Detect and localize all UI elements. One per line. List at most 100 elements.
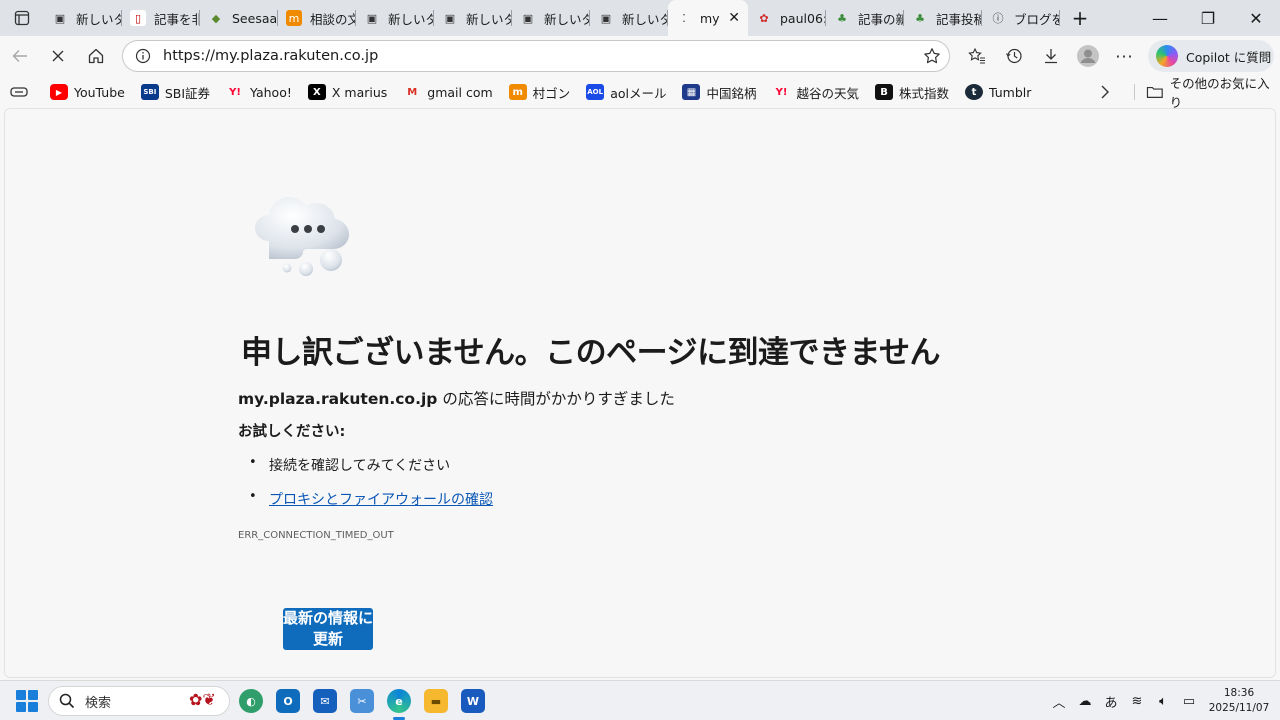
taskbar-app-snipping[interactable]: ✂ xyxy=(350,689,374,713)
tab[interactable]: m 相談の文 xyxy=(278,0,356,36)
bookmark-youtube[interactable]: ▶ YouTube xyxy=(50,84,125,100)
minimize-button[interactable]: — xyxy=(1136,0,1184,36)
try-label: お試しください: xyxy=(238,424,346,440)
url-text[interactable]: https://my.plaza.rakuten.co.jp xyxy=(163,48,378,64)
taskbar-app-widgets[interactable]: ◐ xyxy=(239,689,263,713)
suggestion-item: • プロキシとファイアウォールの確認 xyxy=(249,489,493,523)
more-dots-icon: ··· xyxy=(1115,46,1134,66)
navigation-bar: https://my.plaza.rakuten.co.jp ··· Copil… xyxy=(0,36,1280,76)
tab[interactable]: ◆ Seesaa xyxy=(200,0,278,36)
tab-title: Seesaa xyxy=(232,10,278,26)
collections-button[interactable] xyxy=(0,85,38,99)
wifi-button[interactable]: ≋ xyxy=(1124,694,1150,709)
tab-title: paul06: xyxy=(780,10,826,26)
seesaa-icon: ◆ xyxy=(211,11,221,25)
taskbar-app-word[interactable]: W xyxy=(461,689,485,713)
tab-actions-button[interactable] xyxy=(0,0,44,36)
restore-icon: ❐ xyxy=(1200,8,1216,28)
windows-logo-icon xyxy=(16,690,26,700)
ime-indicator[interactable]: あ xyxy=(1098,692,1124,711)
tab[interactable]: ▣ 新しいタ xyxy=(512,0,590,36)
onedrive-button[interactable]: ☁ xyxy=(1072,694,1098,709)
cloud-icon: ☁ xyxy=(1078,693,1092,709)
m-orange-icon: m xyxy=(286,10,302,26)
other-favorites-button[interactable]: その他のお気に入り xyxy=(1134,76,1280,110)
collections-icon xyxy=(10,87,28,97)
tab[interactable]: ✿ paul06: xyxy=(748,0,826,36)
bookmark-chart-site[interactable]: ▦ 中国銘柄 xyxy=(682,83,756,102)
bullet-icon: • xyxy=(249,489,257,504)
bookmark-sbi[interactable]: SBI SBI証券 xyxy=(140,83,210,102)
proxy-firewall-link[interactable]: プロキシとファイアウォールの確認 xyxy=(269,489,493,509)
speaker-icon: 🔈︎ xyxy=(1159,693,1167,709)
green-character-icon: ♣ xyxy=(915,11,925,25)
battery-icon: ▭ xyxy=(1182,693,1196,709)
bookmarks-overflow-button[interactable] xyxy=(1098,84,1112,103)
copilot-label: Copilot に質問 xyxy=(1186,49,1272,65)
downloads-button[interactable] xyxy=(1032,38,1069,74)
profile-button[interactable] xyxy=(1069,38,1106,74)
tab[interactable]: ▣ 新しいタ xyxy=(44,0,122,36)
tab[interactable]: ♣ 記事の新 xyxy=(826,0,904,36)
snipping-tool-icon: ✂ xyxy=(357,694,367,708)
m-orange-icon: m xyxy=(508,84,527,100)
copilot-button[interactable]: Copilot に質問 xyxy=(1148,40,1274,72)
tab[interactable]: ▣ 新しいタ xyxy=(434,0,512,36)
back-button[interactable] xyxy=(2,38,38,74)
new-tab-button[interactable]: + xyxy=(1060,0,1100,36)
tab-title: my xyxy=(700,10,720,26)
bookmark-tumblr[interactable]: t Tumblr xyxy=(965,84,1031,100)
bookmark-label: X marius xyxy=(331,84,388,100)
tab[interactable]: ▯ 記事を非 xyxy=(122,0,200,36)
taskbar-app-edge[interactable]: e xyxy=(387,689,411,720)
tab-page-icon: ▣ xyxy=(600,11,612,25)
favorite-star-button[interactable] xyxy=(923,47,941,69)
stop-loading-button[interactable] xyxy=(40,38,76,74)
bullet-icon: • xyxy=(249,455,257,470)
chevron-right-icon xyxy=(1101,85,1109,99)
taskbar-app-explorer[interactable]: ▬ xyxy=(424,689,448,713)
settings-more-button[interactable]: ··· xyxy=(1106,38,1143,74)
tab-title: 新しいタ xyxy=(76,11,122,27)
taskbar-search[interactable]: 検索 ✿❦ xyxy=(48,686,230,716)
home-button[interactable] xyxy=(78,38,114,74)
restore-button[interactable]: ❐ xyxy=(1184,0,1232,36)
sbi-icon: SBI xyxy=(140,84,159,100)
tab[interactable]: ⓘ ブログを xyxy=(982,0,1060,36)
bookmark-yahoo[interactable]: Y! 越谷の天気 xyxy=(772,83,859,102)
tab-close-button[interactable]: ✕ xyxy=(728,10,740,26)
taskbar-app-outlook[interactable]: O xyxy=(276,689,300,713)
bookmark-aol[interactable]: AOL aolメール xyxy=(586,83,666,102)
bookmark-yahoo[interactable]: Y! Yahoo! xyxy=(226,84,292,100)
tab[interactable]: ♣ 記事投稿 xyxy=(904,0,982,36)
address-bar[interactable]: https://my.plaza.rakuten.co.jp xyxy=(122,40,950,72)
refresh-button[interactable]: 最新の情報に更新 xyxy=(283,608,373,650)
tab[interactable]: ▣ 新しいタ xyxy=(356,0,434,36)
start-button[interactable] xyxy=(16,690,38,712)
bookmark-list: ▶ YouTube SBI SBI証券 Y! Yahoo! X X marius Mgmail … xyxy=(50,83,1047,102)
bookmark-m-orange[interactable]: m 村ゴン xyxy=(508,83,570,102)
home-icon xyxy=(88,48,104,64)
tab-title: 新しいタ xyxy=(544,11,590,27)
bookmark-label: Yahoo! xyxy=(250,84,292,100)
tab-active[interactable]: ⁚ my ✕ xyxy=(668,0,748,36)
close-window-button[interactable]: ✕ xyxy=(1232,0,1280,36)
volume-button[interactable]: 🔈︎ xyxy=(1150,694,1176,709)
x-icon: X xyxy=(307,84,326,100)
taskbar-app-mail[interactable]: ✉ xyxy=(313,689,337,713)
tab-strip: ▣ 新しいタ ▯ 記事を非 ◆ Seesaa m 相談の文 ▣ 新しいタ ▣ 新しいタ ▣ 新しいタ ▣ 新し… xyxy=(0,0,1280,36)
info-icon[interactable] xyxy=(135,48,151,64)
tab[interactable]: ▣ 新しいタ xyxy=(590,0,668,36)
bookmark-gmail[interactable]: Mgmail com xyxy=(403,84,492,100)
suggestion-check-connection: 接続を確認してみてください xyxy=(269,458,451,474)
favorites-button[interactable] xyxy=(958,38,995,74)
globe-icon: ◐ xyxy=(246,694,256,708)
history-button[interactable] xyxy=(995,38,1032,74)
error-code: ERR_CONNECTION_TIMED_OUT xyxy=(238,530,394,541)
tray-overflow-button[interactable]: ︿ xyxy=(1046,692,1072,711)
bookmark-x[interactable]: X X marius xyxy=(307,84,388,100)
bookmark-b[interactable]: B 株式指数 xyxy=(875,83,949,102)
clock[interactable]: 18:36 2025/11/07 xyxy=(1208,686,1270,716)
tab-title: 記事を非 xyxy=(154,11,200,27)
battery-button[interactable]: ▭ xyxy=(1176,694,1202,709)
